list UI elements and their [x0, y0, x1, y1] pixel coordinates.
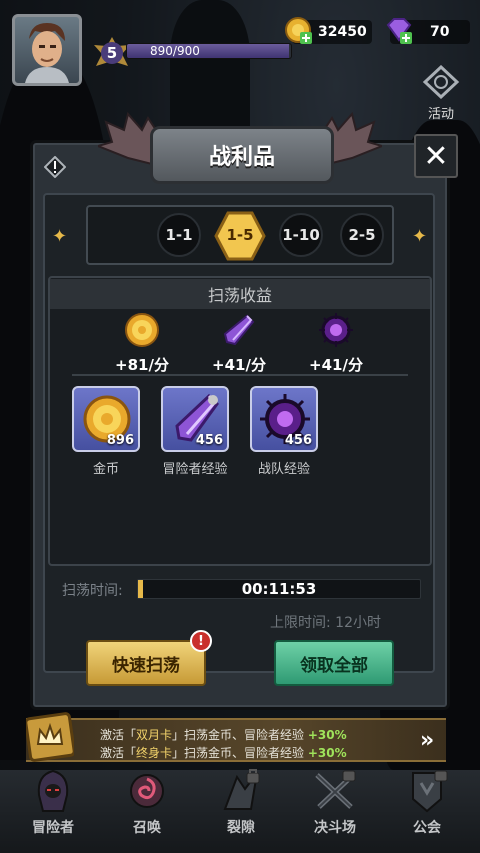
gold-rate: +81/分: [97, 310, 187, 375]
promo-card-name: 双月卡: [136, 728, 173, 742]
double-chevron-right-icon[interactable]: »: [420, 728, 434, 753]
rift-icon: [213, 769, 269, 813]
stage-tab-label: 1-10: [282, 226, 320, 244]
reward-item-adventurer-exp[interactable]: 456: [161, 386, 229, 452]
prev-stage-arrow-icon[interactable]: ✦: [52, 226, 67, 247]
dialog-title: 战利品: [208, 145, 275, 170]
promo-text: 」扫荡金币、冒险者经验: [172, 728, 308, 742]
event-button[interactable]: 活动: [412, 64, 470, 122]
sweep-limit-text: 上限时间: 12小时: [270, 615, 381, 631]
stage-tab-label: 1-5: [226, 226, 254, 244]
quick-sweep-alert-badge: !: [190, 630, 212, 652]
nav-label: 召唤: [133, 820, 161, 836]
gold-coin-plus-icon: [284, 16, 312, 48]
nav-item-arena[interactable]: 决斗场: [290, 770, 380, 853]
player-avatar[interactable]: [12, 14, 82, 86]
adventurer-exp-crystal-icon: [194, 310, 284, 350]
quick-sweep-label: 快速扫荡: [112, 655, 180, 676]
gold-rate-text: +81/分: [115, 356, 169, 374]
stage-tab-1-1[interactable]: 1-1: [157, 213, 201, 257]
level-number: 5: [106, 44, 118, 62]
gem-plus-icon: [384, 16, 414, 48]
promo-bonus: +30%: [307, 746, 347, 760]
summon-icon: [119, 769, 175, 813]
stage-tab-label: 2-5: [348, 226, 376, 244]
claim-all-label: 领取全部: [300, 655, 368, 676]
nav-label: 公会: [413, 820, 441, 836]
claim-all-button[interactable]: 领取全部: [274, 640, 394, 686]
xp-text: 890/900: [150, 44, 200, 58]
stage-tab-2-5[interactable]: 2-5: [340, 213, 384, 257]
promo-line-2: 激活「终身卡」扫荡金币、冒险者经验 +30%: [100, 744, 347, 761]
adventurer-exp-rate: +41/分: [194, 310, 284, 375]
gold-coin-icon: [97, 310, 187, 350]
nav-label: 决斗场: [314, 820, 356, 836]
reward-name: 金币: [92, 462, 119, 477]
gem-amount: 70: [430, 24, 450, 40]
nav-item-rift[interactable]: 裂隙: [196, 769, 286, 853]
nav-item-adventurer[interactable]: 冒险者: [8, 769, 98, 853]
stage-tab-1-10[interactable]: 1-10: [279, 213, 323, 257]
sweep-income-header: 扫荡收益: [50, 279, 430, 309]
stage-tab-1-5[interactable]: 1-5: [214, 211, 266, 261]
sweep-time-label: 扫荡时间:: [62, 583, 123, 599]
arena-icon: [307, 769, 363, 813]
reward-count: 456: [195, 433, 223, 448]
team-exp-rate-text: +41/分: [309, 356, 363, 374]
gem-counter[interactable]: 70: [386, 18, 470, 44]
promo-text: 激活「: [100, 728, 137, 742]
promo-bonus: +30%: [307, 728, 347, 742]
next-stage-arrow-icon[interactable]: ✦: [412, 226, 427, 247]
nav-label: 冒险者: [32, 820, 74, 836]
gold-counter[interactable]: 32450: [285, 17, 372, 44]
promo-text: 激活「: [100, 746, 137, 760]
promo-text: 」扫荡金币、冒险者经验: [172, 746, 308, 760]
adventurer-exp-rate-text: +41/分: [212, 356, 266, 374]
nav-label: 裂隙: [227, 820, 255, 836]
promo-line-1: 激活「双月卡」扫荡金币、冒险者经验 +30%: [100, 726, 347, 743]
income-divider: [72, 374, 408, 376]
guild-icon: [399, 769, 455, 813]
close-icon: ✕: [423, 138, 449, 174]
crown-card-icon: [26, 712, 74, 762]
reward-count: 896: [106, 433, 134, 448]
reward-count: 456: [284, 433, 312, 448]
stage-tab-label: 1-1: [165, 226, 193, 244]
nav-item-summon[interactable]: 召唤: [102, 770, 192, 853]
promo-card-name: 终身卡: [136, 746, 173, 760]
adventurer-icon: [25, 769, 81, 813]
reward-name: 冒险者经验: [162, 462, 228, 477]
event-icon: [421, 64, 461, 103]
quick-sweep-button[interactable]: 快速扫荡: [86, 640, 206, 686]
nav-item-guild[interactable]: 公会: [382, 770, 472, 853]
card-promo-banner[interactable]: 激活「双月卡」扫荡金币、冒险者经验 +30% 激活「终身卡」扫荡金币、冒险者经验…: [26, 718, 446, 762]
sweep-time-value: 00:11:53: [241, 580, 317, 598]
gold-amount: 32450: [318, 24, 367, 40]
close-button[interactable]: ✕: [414, 134, 458, 178]
dialog-title-plate: 战利品: [150, 126, 334, 184]
reward-item-team-exp[interactable]: 456: [250, 386, 318, 452]
event-label: 活动: [427, 107, 454, 122]
info-icon[interactable]: [44, 156, 66, 178]
reward-name: 战队经验: [257, 462, 310, 477]
reward-item-gold[interactable]: 896: [72, 386, 140, 452]
team-exp-orb-icon: [291, 310, 381, 350]
team-exp-rate: +41/分: [291, 310, 381, 375]
